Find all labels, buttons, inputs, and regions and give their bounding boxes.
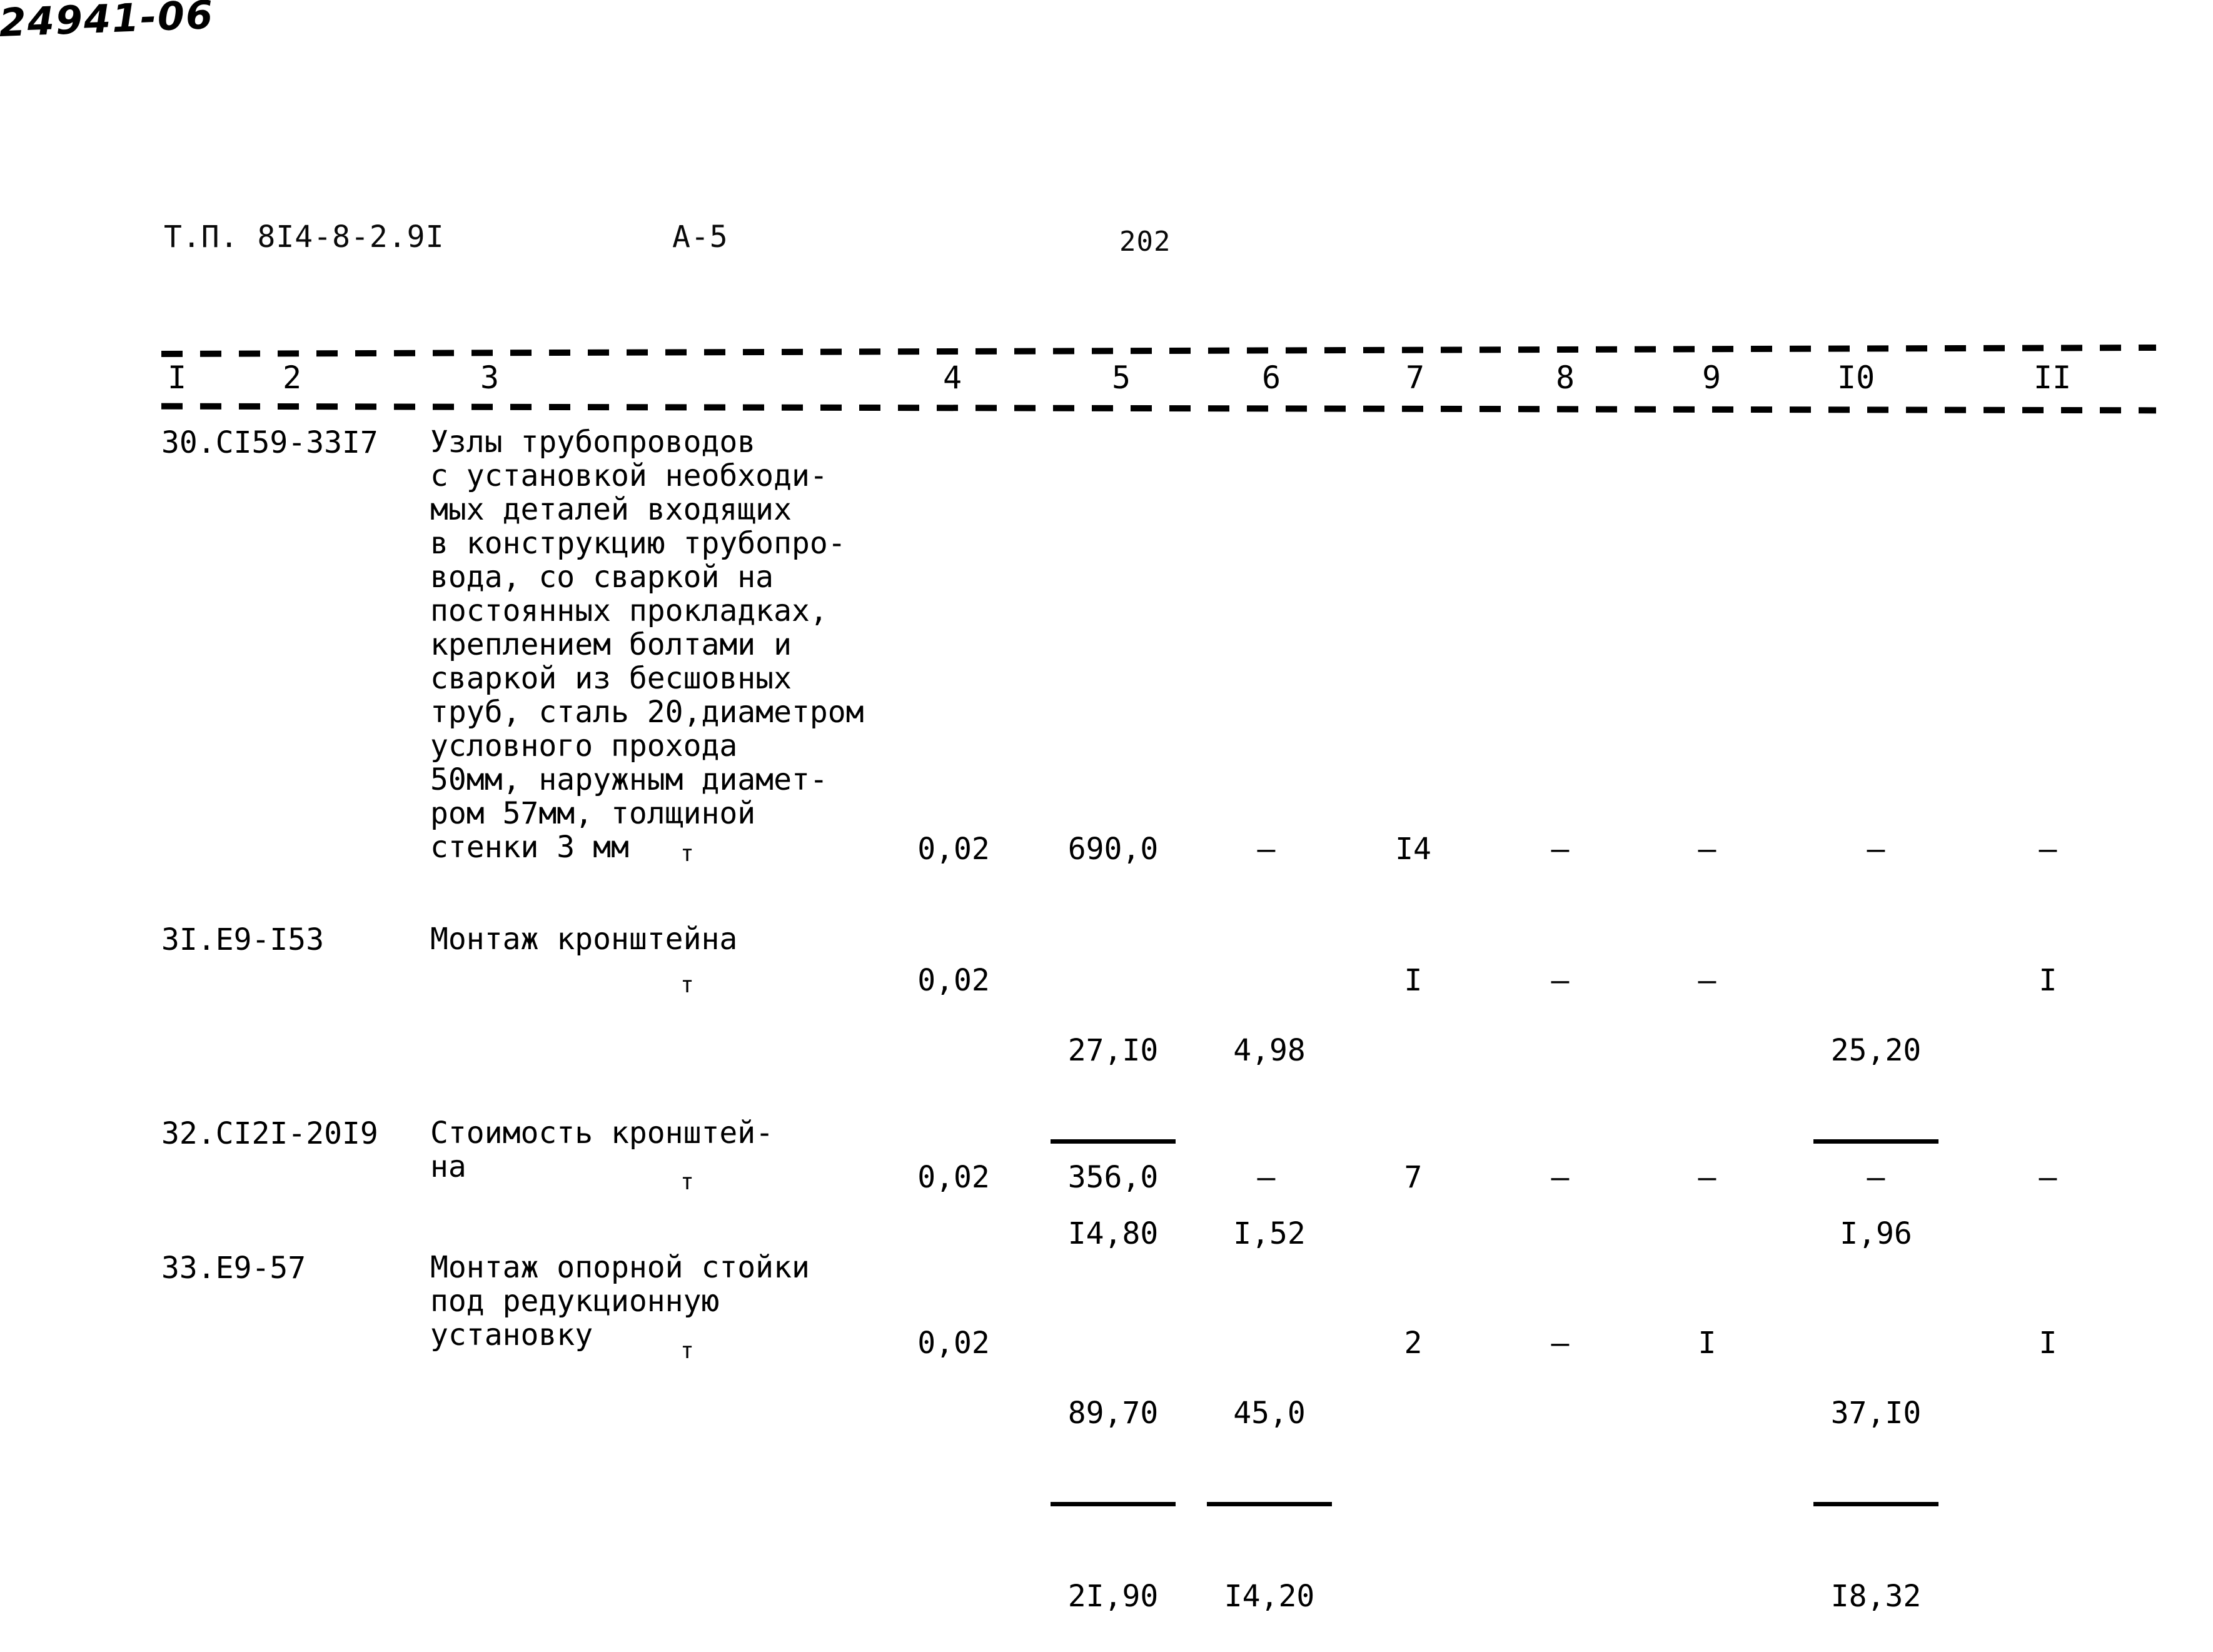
row-col10-denominator: I8,32 xyxy=(1830,1579,1922,1614)
row-col8: – xyxy=(1551,1160,1570,1195)
row-col9: – xyxy=(1698,832,1716,867)
row-col5-fraction: 89,70 2I,90 xyxy=(1051,1326,1176,1652)
row-code: 3I.E9-I53 xyxy=(161,922,325,957)
row-col10-fraction: 37,I0 I8,32 xyxy=(1813,1326,1938,1652)
row-unit: т xyxy=(680,1169,694,1195)
row-col9: – xyxy=(1698,1160,1716,1195)
row-col5-numerator: 89,70 xyxy=(1067,1396,1159,1431)
row-col5: 356,0 xyxy=(1067,1160,1159,1195)
row-col5-denominator: 2I,90 xyxy=(1067,1579,1159,1614)
row-col7: 7 xyxy=(1404,1160,1423,1195)
row-col5-fraction: 27,I0 I4,80 xyxy=(1051,963,1176,1321)
row-col7: 2 xyxy=(1404,1326,1423,1361)
row-col9: – xyxy=(1698,963,1716,998)
row-unit: т xyxy=(680,841,694,867)
fraction-bar xyxy=(1051,1139,1176,1144)
fraction-bar xyxy=(1813,1502,1938,1506)
fraction-bar xyxy=(1207,1502,1332,1506)
row-col11: – xyxy=(2039,832,2057,867)
row-unit: т xyxy=(680,972,694,998)
row-col8: – xyxy=(1551,1326,1570,1361)
row-col10-numerator: 37,I0 xyxy=(1830,1396,1922,1431)
row-col10-denominator: I,96 xyxy=(1840,1216,1912,1251)
row-col4: 0,02 xyxy=(917,1160,990,1195)
row-col11: I xyxy=(2039,963,2057,998)
row-col8: – xyxy=(1551,832,1570,867)
row-col7: I4 xyxy=(1395,832,1431,867)
row-col6-denominator: I4,20 xyxy=(1224,1579,1315,1614)
row-code: 32.CI2I-20I9 xyxy=(161,1116,378,1151)
row-col10-numerator: 25,20 xyxy=(1830,1033,1922,1068)
row-col6-numerator: 4,98 xyxy=(1233,1033,1306,1068)
row-col5-denominator: I4,80 xyxy=(1067,1216,1159,1251)
row-col10-fraction: 25,20 I,96 xyxy=(1813,963,1938,1321)
row-col5-numerator: 27,I0 xyxy=(1067,1033,1159,1068)
row-col6-denominator: I,52 xyxy=(1233,1216,1306,1251)
row-col6: – xyxy=(1257,832,1276,867)
row-unit: т xyxy=(680,1338,694,1364)
row-col10: – xyxy=(1867,832,1885,867)
row-col9: I xyxy=(1698,1326,1716,1361)
row-col6-numerator: 45,0 xyxy=(1233,1396,1306,1431)
row-col6-fraction: 45,0 I4,20 xyxy=(1207,1326,1332,1652)
row-col4: 0,02 xyxy=(917,963,990,998)
row-description: Узлы трубопроводов с установкой необходи… xyxy=(430,425,864,865)
row-code: 33.E9-57 xyxy=(161,1251,306,1286)
row-col5: 690,0 xyxy=(1067,832,1159,867)
row-col6: – xyxy=(1257,1160,1276,1195)
row-description: Монтаж опорной стойки под редукционную у… xyxy=(430,1250,810,1352)
row-col11: I xyxy=(2039,1326,2057,1361)
row-col10: – xyxy=(1867,1160,1885,1195)
row-col4: 0,02 xyxy=(917,832,990,867)
row-description: Монтаж кронштейна xyxy=(430,922,738,957)
document-page: Т.П. 8I4-8-2.9I А-5 202 24941-06 I 2 3 4… xyxy=(0,0,2213,1652)
fraction-bar xyxy=(1813,1139,1938,1144)
row-code: 30.CI59-33I7 xyxy=(161,425,378,460)
row-col8: – xyxy=(1551,963,1570,998)
row-col4: 0,02 xyxy=(917,1326,990,1361)
fraction-bar xyxy=(1051,1502,1176,1506)
row-col11: – xyxy=(2039,1160,2057,1195)
row-col7: I xyxy=(1404,963,1423,998)
row-col6-fraction: 4,98 I,52 xyxy=(1207,963,1332,1321)
